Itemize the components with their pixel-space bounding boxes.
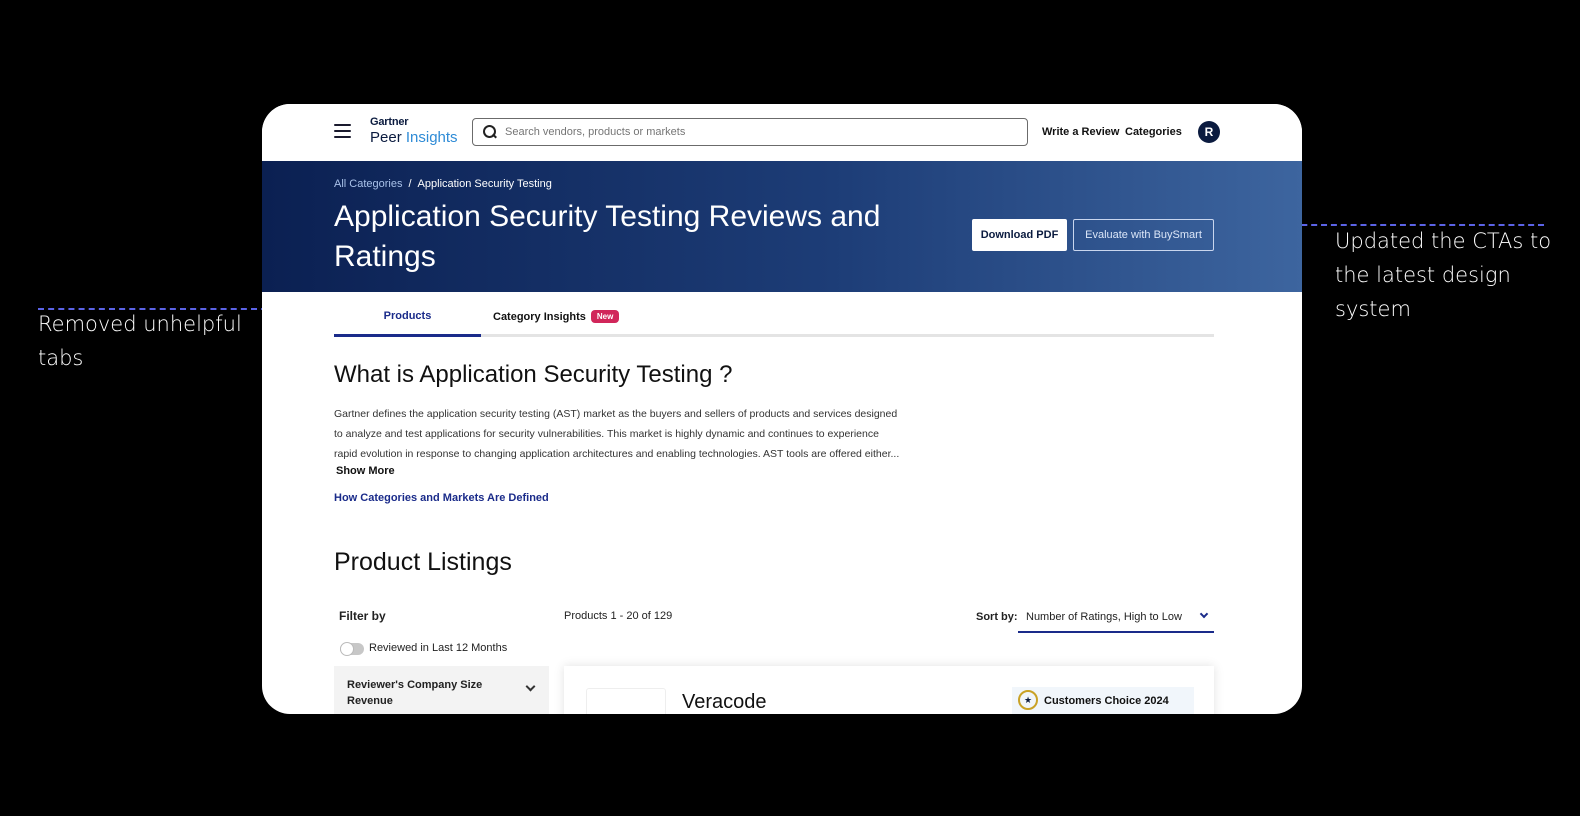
sort-by-label: Sort by: (976, 611, 1018, 623)
active-tab-indicator (334, 334, 481, 337)
product-card[interactable]: Veracode ★ Customers Choice 2024 (564, 666, 1214, 714)
tab-category-insights[interactable]: Category Insights New (493, 310, 620, 323)
page-title: Application Security Testing Reviews and… (334, 200, 881, 273)
menu-icon[interactable] (334, 124, 351, 138)
annotation-right: Updated the CTAs to the latest design sy… (1335, 229, 1552, 321)
breadcrumb: All Categories / Application Security Test… (334, 178, 552, 190)
description-line: Gartner defines the application security… (334, 408, 898, 420)
category-definition-heading: What is Application Security Testing ? (334, 361, 733, 388)
products-count: Products 1 - 20 of 129 (564, 610, 673, 622)
avatar[interactable]: R (1198, 121, 1220, 143)
gartner-peer-insights-logo[interactable]: Gartner Peer Insights (370, 116, 458, 146)
reviewed-last-12-months-toggle[interactable] (340, 642, 364, 656)
filter-panel-label: Reviewer's Company Size Revenue (347, 679, 483, 707)
tab-category-insights-label: Category Insights (493, 311, 586, 323)
description-line: rapid evolution in response to changing … (334, 448, 900, 460)
logo-insights-text: Insights (405, 129, 458, 146)
breadcrumb-all-categories[interactable]: All Categories (334, 178, 402, 190)
download-pdf-button[interactable]: Download PDF (972, 219, 1067, 251)
page-screenshot-card: Gartner Peer Insights Write a Review Cat… (262, 104, 1302, 714)
description-line: to analyze and test applications for sec… (334, 428, 879, 440)
award-seal-icon: ★ (1018, 690, 1038, 710)
chevron-down-icon (1199, 609, 1209, 619)
category-description: Gartner defines the application security… (334, 404, 949, 464)
categories-link[interactable]: Categories (1125, 126, 1182, 138)
filter-by-heading: Filter by (339, 609, 386, 623)
top-navigation-bar: Gartner Peer Insights Write a Review Cat… (262, 104, 1302, 161)
annotation-left: Removed unhelpful tabs (38, 312, 242, 370)
tab-products[interactable]: Products (334, 310, 481, 337)
customers-choice-badge: ★ Customers Choice 2024 (1012, 687, 1194, 714)
write-review-link[interactable]: Write a Review (1042, 126, 1119, 138)
search-icon (483, 125, 497, 139)
category-tabs: Products Category Insights New (334, 300, 1214, 337)
new-badge: New (590, 310, 620, 323)
logo-peer-text: Peer (370, 129, 402, 146)
product-logo (586, 688, 666, 714)
customers-choice-label: Customers Choice 2024 (1044, 695, 1169, 707)
breadcrumb-current: Application Security Testing (417, 178, 552, 190)
company-size-filter[interactable]: Reviewer's Company Size Revenue (334, 666, 549, 714)
logo-gartner-text: Gartner (370, 116, 409, 128)
show-more-button[interactable]: Show More (336, 465, 395, 477)
how-categories-defined-link[interactable]: How Categories and Markets Are Defined (334, 492, 549, 504)
sort-dropdown[interactable]: Number of Ratings, High to Low (1018, 601, 1214, 633)
search-input[interactable] (505, 126, 1005, 138)
breadcrumb-separator: / (408, 178, 412, 190)
product-name[interactable]: Veracode (682, 691, 767, 714)
toggle-knob (340, 642, 354, 656)
evaluate-buysmart-button[interactable]: Evaluate with BuySmart (1073, 219, 1214, 251)
product-listings-heading: Product Listings (334, 548, 512, 576)
search-bar[interactable] (472, 118, 1028, 146)
category-hero-banner: All Categories / Application Security Test… (262, 161, 1302, 292)
chevron-down-icon (525, 681, 536, 692)
sort-selected-value: Number of Ratings, High to Low (1026, 611, 1182, 623)
toggle-label: Reviewed in Last 12 Months (369, 642, 508, 654)
